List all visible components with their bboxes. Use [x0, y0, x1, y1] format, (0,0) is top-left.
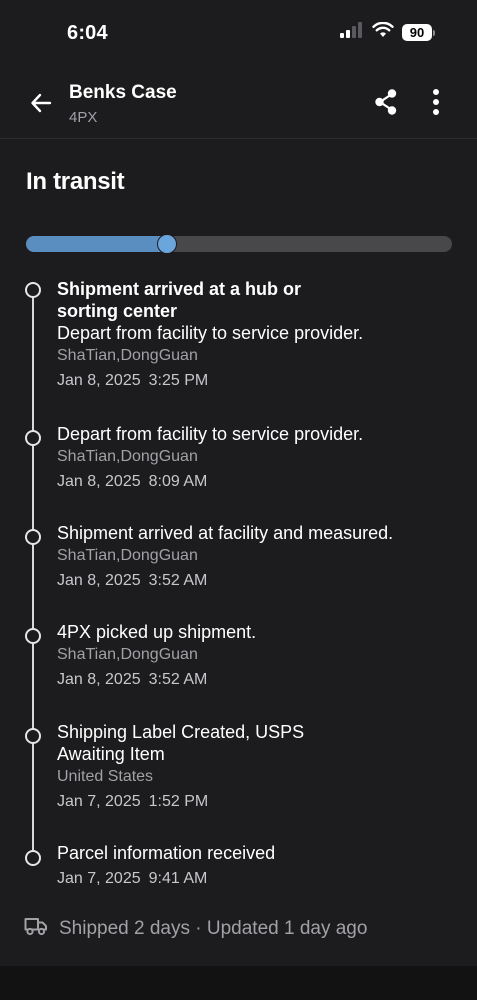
event-timestamp: Jan 8, 2025 8:09 AM [57, 472, 457, 492]
event-timestamp: Jan 7, 2025 1:52 PM [57, 792, 457, 812]
event-title: Shipment arrived at a hub or sorting cen… [57, 279, 302, 321]
event-date: Jan 8, 2025 [57, 372, 141, 389]
event-date: Jan 8, 2025 [57, 572, 141, 589]
event-location: ShaTian,DongGuan [57, 347, 198, 364]
event-location: ShaTian,DongGuan [57, 547, 198, 564]
event-date: Jan 8, 2025 [57, 473, 141, 490]
bottom-bar [0, 966, 477, 1000]
event-title: Depart from facility to service provider… [57, 424, 364, 444]
tracking-timeline: Shipment arrived at a hub or sorting cen… [0, 0, 477, 1000]
event-title: Shipping Label Created, USPS Awaiting It… [57, 722, 305, 764]
event-title: Shipment arrived at facility and measure… [57, 523, 394, 543]
timeline-dot [25, 430, 41, 446]
event-date: Jan 7, 2025 [57, 870, 141, 887]
event-location: ShaTian,DongGuan [57, 646, 198, 663]
tracking-screen: 6:04 90 Benks Case 4PX In transit Shipme… [0, 0, 477, 1000]
event-time: 3:25 PM [148, 372, 209, 389]
event-time: 1:52 PM [148, 793, 209, 810]
event-timestamp: Jan 7, 2025 9:41 AM [57, 869, 457, 889]
event-title: 4PX picked up shipment. [57, 622, 257, 642]
event-location: ShaTian,DongGuan [57, 448, 198, 465]
event-description: Depart from facility to service provider… [57, 323, 364, 343]
event-date: Jan 8, 2025 [57, 671, 141, 688]
timeline-dot [25, 628, 41, 644]
event-timestamp: Jan 8, 2025 3:52 AM [57, 670, 457, 690]
timeline-dot [25, 529, 41, 545]
event-location: United States [57, 768, 154, 785]
event-time: 9:41 AM [148, 870, 208, 887]
event-time: 8:09 AM [148, 473, 208, 490]
event-date: Jan 7, 2025 [57, 793, 141, 810]
shipment-summary-text: Shipped 2 days · Updated 1 day ago [59, 917, 368, 939]
timeline-line [32, 289, 34, 857]
event-timestamp: Jan 8, 2025 3:52 AM [57, 571, 457, 591]
timeline-dot [25, 850, 41, 866]
event-title: Parcel information received [57, 843, 276, 863]
event-time: 3:52 AM [148, 572, 208, 589]
timeline-dot [25, 282, 41, 298]
event-timestamp: Jan 8, 2025 3:25 PM [57, 371, 457, 391]
event-time: 3:52 AM [148, 671, 208, 688]
shipment-summary: Shipped 2 days · Updated 1 day ago [24, 916, 367, 941]
timeline-dot [25, 728, 41, 744]
truck-icon [24, 916, 48, 941]
